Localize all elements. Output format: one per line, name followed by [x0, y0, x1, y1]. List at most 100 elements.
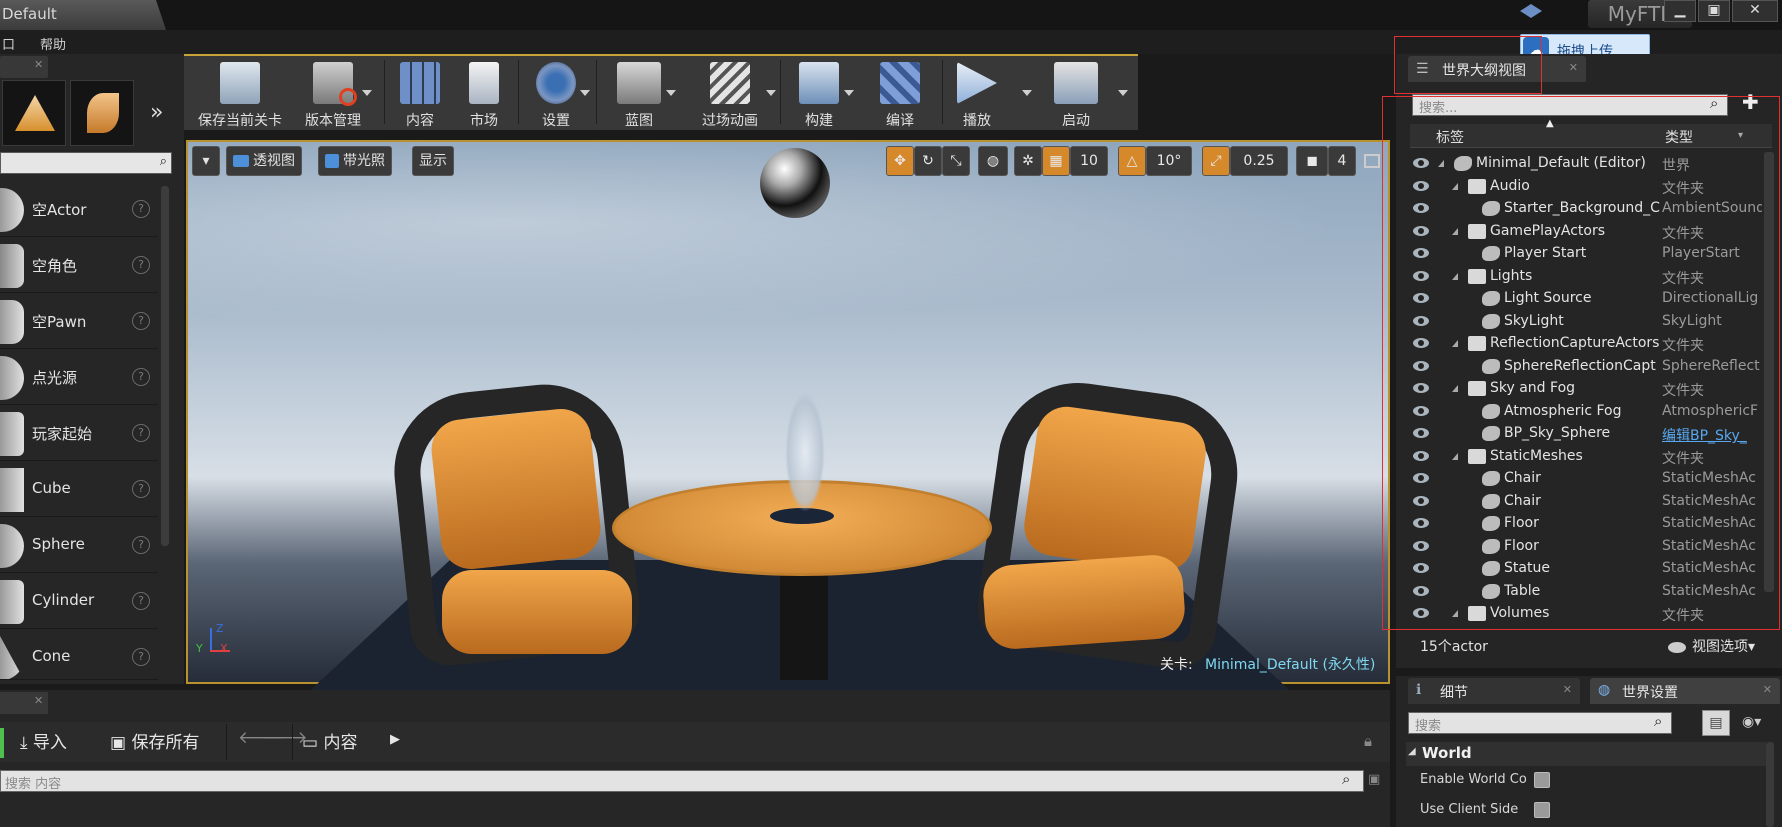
- camera-speed-value[interactable]: 4: [1328, 146, 1356, 176]
- close-button[interactable]: ✕: [1732, 0, 1778, 22]
- details-search-input[interactable]: 搜索: [1408, 712, 1672, 734]
- help-icon[interactable]: ?: [132, 368, 150, 386]
- enable-world-composition-checkbox[interactable]: [1534, 772, 1550, 788]
- grid-snap-value[interactable]: 10: [1070, 146, 1108, 176]
- chevron-right-icon[interactable]: ▶: [390, 732, 400, 747]
- use-client-side-checkbox[interactable]: [1534, 802, 1550, 818]
- foliage-mode-icon[interactable]: [70, 80, 134, 146]
- build-button[interactable]: 构建: [786, 58, 854, 129]
- content-button[interactable]: 内容: [392, 58, 448, 129]
- close-icon[interactable]: ✕: [1763, 683, 1772, 696]
- palette-item-player-start[interactable]: 玩家起始?: [0, 406, 158, 461]
- palette-item-empty-actor[interactable]: 空Actor?: [0, 182, 158, 237]
- rotation-snap-icon[interactable]: △: [1118, 146, 1146, 176]
- chevron-down-icon[interactable]: [1118, 90, 1128, 96]
- palette-search-input[interactable]: ⌕: [0, 152, 172, 174]
- help-icon[interactable]: ?: [132, 592, 150, 610]
- show-button[interactable]: 显示: [412, 146, 454, 176]
- help-icon[interactable]: ?: [132, 480, 150, 498]
- close-icon[interactable]: ✕: [34, 694, 43, 707]
- help-icon[interactable]: ?: [132, 312, 150, 330]
- help-icon[interactable]: ?: [132, 200, 150, 218]
- source-control-button[interactable]: 版本管理: [296, 58, 372, 129]
- palette-item-sphere[interactable]: Sphere?: [0, 518, 158, 573]
- details-scrollbar[interactable]: [1766, 742, 1774, 827]
- lock-icon[interactable]: 🔒︎: [1364, 732, 1372, 750]
- shopping-bag-icon: [469, 62, 499, 104]
- help-icon[interactable]: ?: [132, 256, 150, 274]
- lit-mode-button[interactable]: 带光照: [318, 146, 392, 176]
- chevron-right-icon[interactable]: »: [150, 100, 163, 125]
- content-browser-tab[interactable]: ✕: [0, 692, 48, 714]
- cinematics-button[interactable]: 过场动画: [686, 58, 776, 129]
- path-content-button[interactable]: ▭ 内容: [302, 728, 357, 753]
- chevron-down-icon[interactable]: [362, 90, 372, 96]
- menu-window[interactable]: 口: [2, 34, 15, 53]
- gamepad-icon: [617, 62, 661, 104]
- chevron-down-icon[interactable]: [844, 90, 854, 96]
- chevron-down-icon[interactable]: [1022, 90, 1032, 96]
- chevron-down-icon[interactable]: [766, 90, 776, 96]
- scale-snap-value[interactable]: 0.25: [1230, 146, 1288, 176]
- palette-item-empty-character[interactable]: 空角色?: [0, 238, 158, 293]
- play-button[interactable]: 播放: [948, 58, 1006, 129]
- history-forward-icon[interactable]: 🡒: [262, 728, 308, 748]
- help-icon[interactable]: ?: [132, 536, 150, 554]
- world-section-header[interactable]: ◢ World: [1406, 742, 1766, 766]
- scale-tool-icon[interactable]: ⤡: [942, 146, 970, 176]
- minimize-button[interactable]: ▁: [1664, 0, 1696, 22]
- palette-tab[interactable]: ✕: [0, 56, 48, 78]
- tab-details[interactable]: ℹ 细节 ✕: [1408, 678, 1580, 704]
- landscape-mode-icon[interactable]: [2, 80, 66, 146]
- table-leg: [780, 570, 828, 680]
- statue-mesh: [785, 392, 825, 512]
- camera-speed-icon[interactable]: ◼: [1296, 146, 1328, 176]
- window-tab-default[interactable]: Default: [0, 0, 166, 30]
- eye-icon[interactable]: ◉▾: [1742, 714, 1761, 730]
- rotate-tool-icon[interactable]: ↻: [914, 146, 942, 176]
- globe-icon: ◍: [1598, 682, 1611, 698]
- content-search-input[interactable]: 搜索 内容: [0, 770, 1364, 792]
- surface-snap-icon[interactable]: ✲: [1014, 146, 1042, 176]
- close-icon[interactable]: ✕: [1563, 683, 1572, 696]
- settings-button[interactable]: 设置: [524, 58, 590, 129]
- maximize-viewport-icon[interactable]: [1364, 154, 1380, 168]
- translate-tool-icon[interactable]: ✥: [886, 146, 914, 176]
- grid-snap-icon[interactable]: ▦: [1042, 146, 1070, 176]
- perspective-button[interactable]: 透视图: [226, 146, 302, 176]
- tab-world-settings[interactable]: ◍ 世界设置 ✕: [1590, 678, 1780, 704]
- view-options-button[interactable]: 视图选项▾: [1668, 636, 1755, 656]
- compile-button[interactable]: 编译: [870, 58, 930, 129]
- save-search-icon[interactable]: ▣: [1368, 772, 1380, 787]
- save-all-button[interactable]: ▣ 保存所有: [110, 728, 199, 753]
- rotation-snap-value[interactable]: 10°: [1146, 146, 1192, 176]
- help-icon[interactable]: ?: [132, 648, 150, 666]
- property-matrix-icon[interactable]: ▤: [1702, 710, 1730, 736]
- palette-item-cylinder[interactable]: Cylinder?: [0, 574, 158, 629]
- world-space-icon[interactable]: ◍: [978, 146, 1008, 176]
- save-level-button[interactable]: 保存当前关卡: [190, 58, 290, 129]
- chevron-down-icon[interactable]: [666, 90, 676, 96]
- close-icon[interactable]: ✕: [1569, 61, 1578, 74]
- toolbar-label: 蓝图: [625, 113, 653, 129]
- menu-help[interactable]: 帮助: [40, 34, 66, 53]
- help-icon[interactable]: ?: [132, 424, 150, 442]
- add-new-accent[interactable]: [0, 728, 4, 758]
- chevron-down-icon[interactable]: [580, 90, 590, 96]
- blueprints-button[interactable]: 蓝图: [604, 58, 676, 129]
- palette-item-point-light[interactable]: 点光源?: [0, 350, 158, 405]
- palette-item-cone[interactable]: Cone?: [0, 630, 158, 680]
- launch-button[interactable]: 启动: [1040, 58, 1112, 129]
- marketplace-button[interactable]: 市场: [456, 58, 512, 129]
- palette-item-cube[interactable]: Cube?: [0, 462, 158, 517]
- blocks-icon: [799, 62, 839, 104]
- toolbar-label: 启动: [1062, 113, 1090, 129]
- pawn-thumb-icon: [0, 300, 24, 344]
- viewport-options-button[interactable]: ▾: [192, 146, 220, 176]
- palette-item-empty-pawn[interactable]: 空Pawn?: [0, 294, 158, 349]
- light-bulb-icon: [0, 356, 24, 400]
- scale-snap-icon[interactable]: ⤢: [1202, 146, 1230, 176]
- palette-scrollbar[interactable]: [161, 186, 169, 546]
- maximize-button[interactable]: ▣: [1698, 0, 1730, 22]
- import-button[interactable]: ⤓ 导入: [20, 728, 67, 753]
